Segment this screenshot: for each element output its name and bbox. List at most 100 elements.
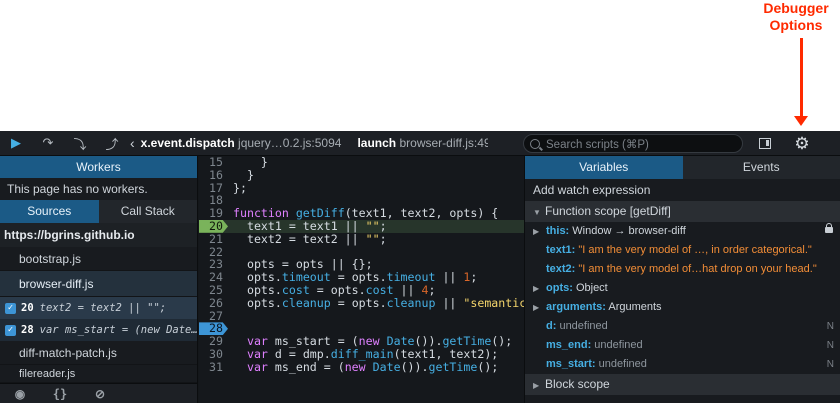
triangle-right-icon: ▶ <box>533 381 540 390</box>
checkbox-checked-icon[interactable]: ✓ <box>5 302 16 314</box>
function-scope-header[interactable]: ▼ Function scope [getDiff] <box>525 201 840 222</box>
breakpoint-text: text2 = text2 || ""; <box>39 302 167 314</box>
variables-list: ▶ this: Window → browser-diff text1: "I am… <box>525 222 840 374</box>
variables-panel: Variables Events Add watch expression ▼ F… <box>524 156 840 403</box>
search-icon <box>530 138 540 149</box>
variable-name: d: <box>546 320 557 332</box>
line-number[interactable]: 21 <box>199 232 228 246</box>
debugger-options-callout: Debugger Options <box>754 0 838 34</box>
sidebar-tabs: Sources Call Stack <box>0 200 197 223</box>
variable-flag: N <box>826 359 834 370</box>
step-out-icon[interactable]: ⤴ <box>96 131 128 156</box>
variable-flag: N <box>826 340 834 351</box>
line-number[interactable]: 26 <box>199 296 228 310</box>
line-number[interactable]: 19 <box>199 207 228 220</box>
line-number[interactable]: 16 <box>199 168 228 182</box>
callout-line-2: Options <box>769 17 823 33</box>
code-text: } <box>233 156 268 169</box>
variable-row[interactable]: ms_end: undefined N <box>525 336 840 355</box>
blackbox-icon[interactable]: ⊘ <box>80 387 120 401</box>
pane-toggle-icon <box>759 138 771 149</box>
code-editor[interactable]: 15 } 16 } 17}; 18 19 function getDiff(text1, … <box>199 156 524 403</box>
breadcrumb-location: jquery…0.2.js:5094 <box>238 136 342 150</box>
tab-variables[interactable]: Variables <box>525 156 683 179</box>
variable-name: ms_start: <box>546 358 596 370</box>
variable-value: Window → browser-diff <box>569 225 686 237</box>
step-over-icon[interactable]: ↷ <box>32 131 64 156</box>
toggle-pane-button[interactable] <box>752 131 778 156</box>
line-number[interactable]: 25 <box>199 284 228 297</box>
debugger-toolbar: ▶ ↷ ⤵ ⤴ ‹ x.event.dispatch jquery…0.2.js… <box>0 131 840 156</box>
breakpoint-item[interactable]: ✓ 28 var ms_start = (new Date… <box>0 319 197 341</box>
variable-row[interactable]: ▶ this: Window → browser-diff <box>525 222 840 241</box>
eye-icon[interactable]: ◉ <box>0 387 40 401</box>
triangle-right-icon[interactable]: ▶ <box>533 298 545 317</box>
add-watch-expression[interactable]: Add watch expression <box>525 179 840 201</box>
code-line: 31 var ms_end = (new Date()).getTime(); <box>199 359 524 374</box>
gear-icon[interactable]: ⚙ <box>788 131 816 156</box>
callout-line-1: Debugger <box>763 0 829 16</box>
lock-icon <box>825 223 833 233</box>
line-number[interactable]: 28 <box>199 322 228 336</box>
block-scope-header[interactable]: ▶ Block scope <box>525 374 840 395</box>
callout-arrow-line <box>800 38 803 118</box>
variable-name: ms_end: <box>546 339 592 351</box>
source-file[interactable]: diff-match-patch.js <box>0 341 197 365</box>
search-scripts-input[interactable]: Search scripts (⌘P) <box>523 134 743 153</box>
breadcrumb-function: launch <box>357 136 397 150</box>
code-text: text1 = text1 || ""; <box>233 218 387 233</box>
code-line: 15 } <box>199 156 524 169</box>
source-file[interactable]: bootstrap.js <box>0 247 197 271</box>
variable-row[interactable]: text1: "I am the very model of …, in ord… <box>525 241 840 260</box>
code-line: 16 } <box>199 168 524 182</box>
code-text: text2 = text2 || ""; <box>233 231 387 246</box>
tab-events[interactable]: Events <box>682 156 840 179</box>
variable-name: this: <box>546 225 570 237</box>
play-icon[interactable]: ▶ <box>0 131 32 156</box>
search-placeholder: Search scripts (⌘P) <box>546 138 649 151</box>
variable-value: "I am the very model of…hat drop on your… <box>575 263 817 275</box>
variable-value: "I am the very model of …, in order cate… <box>575 244 812 256</box>
code-line: 26 opts.cleanup = opts.cleanup || "seman… <box>199 295 524 310</box>
tab-call-stack[interactable]: Call Stack <box>98 200 197 223</box>
variable-name: arguments: <box>546 301 606 313</box>
variable-row[interactable]: ▶ opts: Object <box>525 279 840 298</box>
code-line: 20 text1 = text1 || ""; <box>199 220 524 233</box>
line-number[interactable]: 27 <box>199 309 228 323</box>
triangle-right-icon[interactable]: ▶ <box>533 279 545 298</box>
code-text: opts.cleanup = opts.cleanup || "semantic… <box>233 295 524 310</box>
chevron-left-icon[interactable]: ‹ <box>128 135 141 151</box>
triangle-right-icon[interactable]: ▶ <box>533 222 545 241</box>
variable-row[interactable]: text2: "I am the very model of…hat drop … <box>525 260 840 279</box>
breadcrumb-frame-2[interactable]: launch browser-diff.js:49 <box>357 136 488 150</box>
source-file-selected[interactable]: browser-diff.js <box>0 271 197 297</box>
variable-name: text1: <box>546 244 576 256</box>
line-number[interactable]: 15 <box>199 156 228 169</box>
checkbox-checked-icon[interactable]: ✓ <box>5 324 16 336</box>
breadcrumb-function: x.event.dispatch <box>140 136 235 150</box>
line-number[interactable]: 30 <box>199 348 228 361</box>
code-text: var ms_end = (new Date()).getTime(); <box>246 359 499 374</box>
source-file[interactable]: filereader.js <box>0 365 197 383</box>
variable-value: undefined <box>556 320 608 332</box>
callout-arrow-head <box>794 116 808 126</box>
workers-header: Workers <box>0 156 197 178</box>
pretty-print-icon[interactable]: {} <box>40 387 80 401</box>
variable-name: opts: <box>546 282 573 294</box>
breadcrumb-frame-1[interactable]: x.event.dispatch jquery…0.2.js:5094 <box>141 136 358 150</box>
code-line: 27 <box>199 309 524 323</box>
breakpoint-item[interactable]: ✓ 20 text2 = text2 || ""; <box>0 297 197 319</box>
variable-row[interactable]: ms_start: undefined N <box>525 355 840 374</box>
line-number[interactable]: 31 <box>199 360 228 374</box>
variable-row[interactable]: d: undefined N <box>525 317 840 336</box>
step-in-icon[interactable]: ⤵ <box>64 131 96 156</box>
source-origin[interactable]: https://bgrins.github.io <box>0 223 197 247</box>
breakpoint-text: var ms_start = (new Date… <box>39 324 197 336</box>
variable-row[interactable]: ▶ arguments: Arguments <box>525 298 840 317</box>
variable-value: undefined <box>591 339 643 351</box>
breakpoint-line: 28 <box>21 324 34 336</box>
code-line: 17}; <box>199 181 524 195</box>
tab-sources[interactable]: Sources <box>0 200 99 223</box>
line-number[interactable]: 20 <box>199 219 228 233</box>
